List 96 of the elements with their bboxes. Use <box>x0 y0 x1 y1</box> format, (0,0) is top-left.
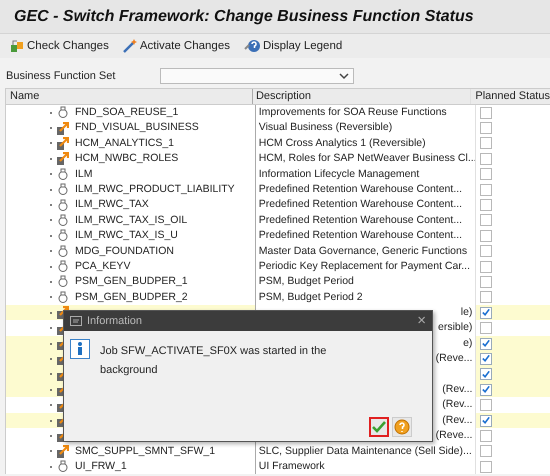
planned-status-checkbox[interactable] <box>480 368 492 380</box>
business-function-set-dropdown[interactable] <box>160 68 354 84</box>
function-description: Information Lifecycle Management <box>258 166 420 182</box>
planned-status-checkbox[interactable] <box>480 260 492 273</box>
switch-icon <box>57 444 69 458</box>
planned-status-checkbox[interactable] <box>480 168 492 180</box>
function-description: (Rev... <box>442 412 472 428</box>
function-description: Periodic Key Replacement for Payment Car... <box>258 258 470 274</box>
function-description: (Reve... <box>436 428 472 444</box>
window-title: GEC - Switch Framework: Change Business Function Status <box>14 8 474 26</box>
function-name: ILM_RWC_PRODUCT_LIABILITY <box>75 182 235 197</box>
planned-status-checkbox[interactable] <box>480 122 492 134</box>
light-bulb-icon <box>57 214 69 227</box>
light-bulb-icon <box>57 244 69 258</box>
function-description: PSM, Budget Period 2 <box>258 290 363 305</box>
planned-status-checkbox[interactable] <box>480 230 492 242</box>
function-description: UI Framework <box>258 458 325 474</box>
blocks-icon <box>10 39 24 53</box>
planned-status-checkbox[interactable] <box>480 399 492 412</box>
function-name: ILM <box>75 166 93 182</box>
close-button[interactable]: × <box>417 313 426 329</box>
function-description: Improvements for SOA Reuse Functions <box>258 105 447 120</box>
switch-icon <box>57 152 69 166</box>
function-name: FND_VISUAL_BUSINESS <box>75 120 199 136</box>
function-description: Predefined Retention Warehouse Content... <box>258 182 462 197</box>
planned-status-checkbox[interactable] <box>480 384 492 396</box>
switch-icon <box>57 136 69 150</box>
light-bulb-icon <box>57 290 69 304</box>
function-description: ersible) <box>438 320 472 336</box>
function-description: (Reve... <box>436 351 472 366</box>
function-description: PSM, Budget Period <box>258 274 354 290</box>
planned-status-checkbox[interactable] <box>480 306 492 319</box>
function-name: ILM_RWC_TAX_IS_OIL <box>75 212 188 228</box>
function-description: (Rev... <box>442 397 472 412</box>
activate-changes-button[interactable]: Activate Changes <box>120 39 232 53</box>
switch-icon <box>57 122 69 135</box>
function-name: FND_SOA_REUSE_1 <box>75 105 178 120</box>
chevron-down-icon <box>339 72 349 80</box>
help-button[interactable] <box>392 417 412 437</box>
planned-status-checkbox[interactable] <box>480 352 492 365</box>
check-changes-button[interactable]: Check Changes <box>8 39 111 53</box>
planned-status-checkbox[interactable] <box>480 338 492 350</box>
function-description: Predefined Retention Warehouse Content... <box>258 197 462 212</box>
light-bulb-icon <box>57 106 69 120</box>
column-header: Planned Status <box>470 89 550 104</box>
planned-status-checkbox[interactable] <box>480 291 492 304</box>
planned-status-checkbox[interactable] <box>480 152 492 165</box>
function-name: MDG_FOUNDATION <box>75 244 174 259</box>
planned-status-checkbox[interactable] <box>480 199 492 212</box>
function-name: HCM_ANALYTICS_1 <box>75 136 174 151</box>
dialog-title: Information <box>87 315 144 327</box>
column-header: Description <box>252 89 470 104</box>
function-name: PSM_GEN_BUDPER_1 <box>75 274 188 290</box>
confirm-button[interactable] <box>369 417 389 437</box>
function-name: PCA_KEYV <box>75 258 130 274</box>
planned-status-checkbox[interactable] <box>480 106 492 119</box>
function-name: UI_FRW_1 <box>75 458 127 474</box>
light-bulb-icon <box>57 168 69 181</box>
function-description: Master Data Governance, Generic Functions <box>258 244 468 259</box>
light-bulb-icon <box>57 229 69 242</box>
function-description: Predefined Retention Warehouse Content... <box>258 212 462 228</box>
planned-status-checkbox[interactable] <box>480 214 492 226</box>
wand-icon <box>122 39 137 53</box>
planned-status-checkbox[interactable] <box>480 245 492 258</box>
planned-status-checkbox[interactable] <box>480 322 492 334</box>
function-description: le) <box>460 305 472 320</box>
function-description: (Rev... <box>442 382 472 398</box>
planned-status-checkbox[interactable] <box>480 137 492 150</box>
display-legend-button[interactable]: Display Legend <box>242 39 344 53</box>
light-bulb-icon <box>57 260 69 274</box>
function-name: HCM_NWBC_ROLES <box>75 151 178 166</box>
function-description: e) <box>463 336 472 351</box>
window-icon <box>70 316 82 326</box>
field-label: Business Function Set <box>6 70 116 82</box>
planned-status-checkbox[interactable] <box>480 430 492 442</box>
function-name: PSM_GEN_BUDPER_2 <box>75 290 188 305</box>
info-icon <box>70 339 90 359</box>
function-name: SMC_SUPPL_SMNT_SFW_1 <box>75 444 216 459</box>
planned-status-checkbox[interactable] <box>480 445 492 458</box>
light-bulb-icon <box>57 198 69 212</box>
light-bulb-icon <box>57 183 69 196</box>
function-description: HCM Cross Analytics 1 (Reversible) <box>258 136 426 151</box>
function-description: HCM, Roles for SAP NetWeaver Business Cl... <box>258 151 476 166</box>
planned-status-checkbox[interactable] <box>480 414 492 426</box>
planned-status-checkbox[interactable] <box>480 276 492 288</box>
planned-status-checkbox[interactable] <box>480 460 492 473</box>
help-icon <box>244 39 260 53</box>
light-bulb-icon <box>57 275 69 288</box>
function-name: ILM_RWC_TAX_IS_U <box>75 228 178 244</box>
function-description: SLC, Supplier Data Maintenance (Sell Side)... <box>258 444 472 459</box>
function-description: Predefined Retention Warehouse Content... <box>258 228 462 244</box>
function-name: ILM_RWC_TAX <box>75 197 149 212</box>
column-header: Name <box>9 89 40 104</box>
function-description: Visual Business (Reversible) <box>258 120 392 136</box>
planned-status-checkbox[interactable] <box>480 184 492 196</box>
dialog-message: Job SFW_ACTIVATE_SF0X was started in the background <box>100 345 326 376</box>
